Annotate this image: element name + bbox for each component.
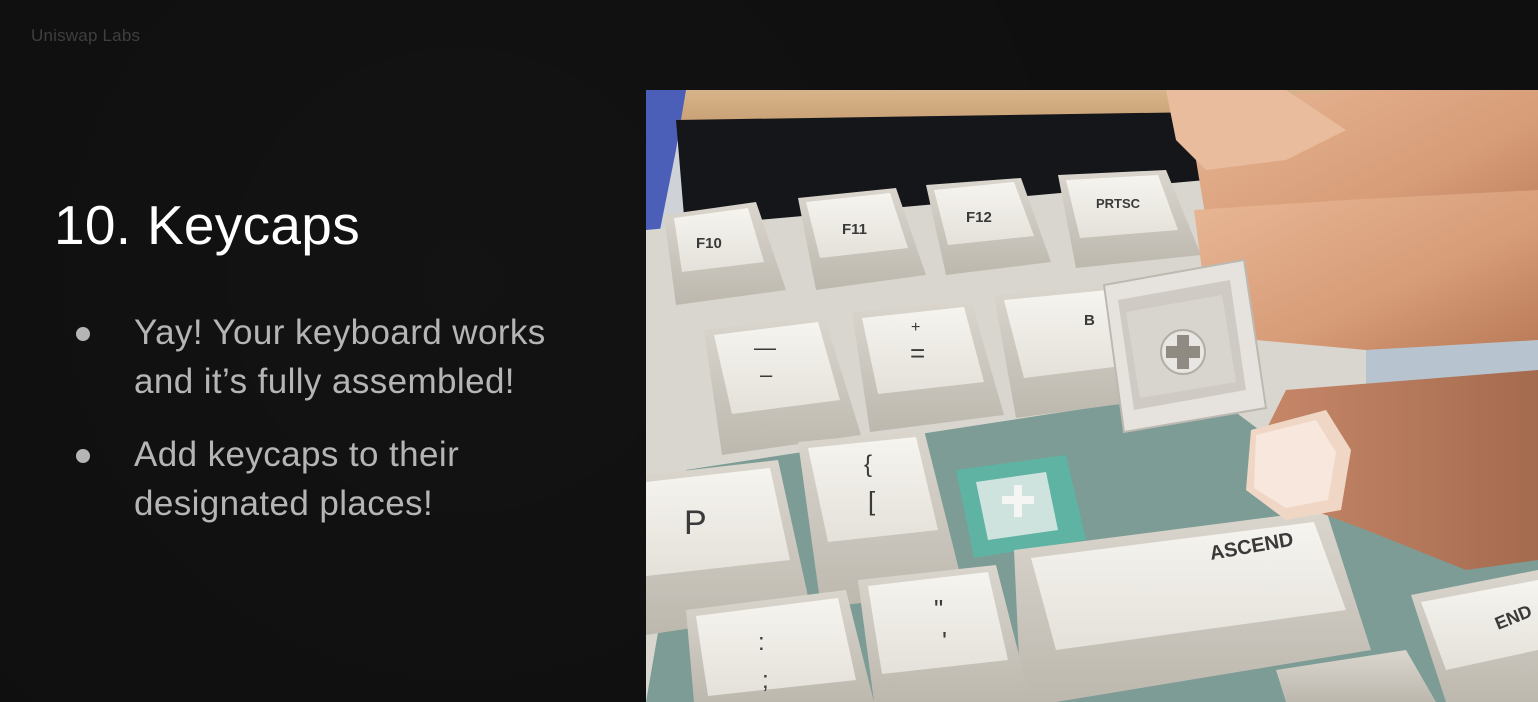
bullet-item: Add keycaps to their designated places! (74, 430, 614, 528)
keycap-legend: " (934, 594, 943, 624)
slide: Uniswap Labs 10. Keycaps Yay! Your keybo… (0, 0, 1538, 702)
keycap-legend: [ (868, 486, 876, 516)
bullet-dot-icon (76, 449, 90, 463)
slide-title: 10. Keycaps (54, 194, 360, 256)
brand-label: Uniswap Labs (31, 26, 141, 45)
keycap-legend: B (1084, 312, 1095, 329)
keycap-legend: + (911, 319, 920, 336)
held-keycap (1102, 258, 1268, 434)
keycap-legend: P (684, 504, 707, 542)
bullet-text: Add keycaps to their designated places! (134, 435, 460, 523)
keycap-legend: PRTSC (1096, 196, 1141, 211)
keycap-legend: — (754, 335, 776, 360)
keycap-legend: ; (762, 667, 769, 694)
keycap-legend: = (910, 338, 925, 368)
keyboard-photo: F10 F11 F12 PRTSC — – + = B P {[ASCEND… (646, 90, 1538, 702)
keycap-legend: : (758, 629, 765, 656)
keycap-legend: ' (942, 626, 947, 656)
bullet-list: Yay! Your keyboard works and it’s fully … (74, 308, 614, 552)
keycap-legend: { (864, 451, 872, 478)
bullet-dot-icon (76, 327, 90, 341)
bullet-text: Yay! Your keyboard works and it’s fully … (134, 313, 546, 401)
keycap-legend: – (760, 362, 773, 387)
keycap-legend: F11 (842, 221, 867, 238)
keycap-legend: F12 (966, 209, 992, 226)
exposed-switch (956, 455, 1086, 558)
keycap-semicolon: : ; (686, 590, 874, 702)
bullet-item: Yay! Your keyboard works and it’s fully … (74, 308, 614, 406)
keycap-legend: F10 (696, 235, 722, 252)
